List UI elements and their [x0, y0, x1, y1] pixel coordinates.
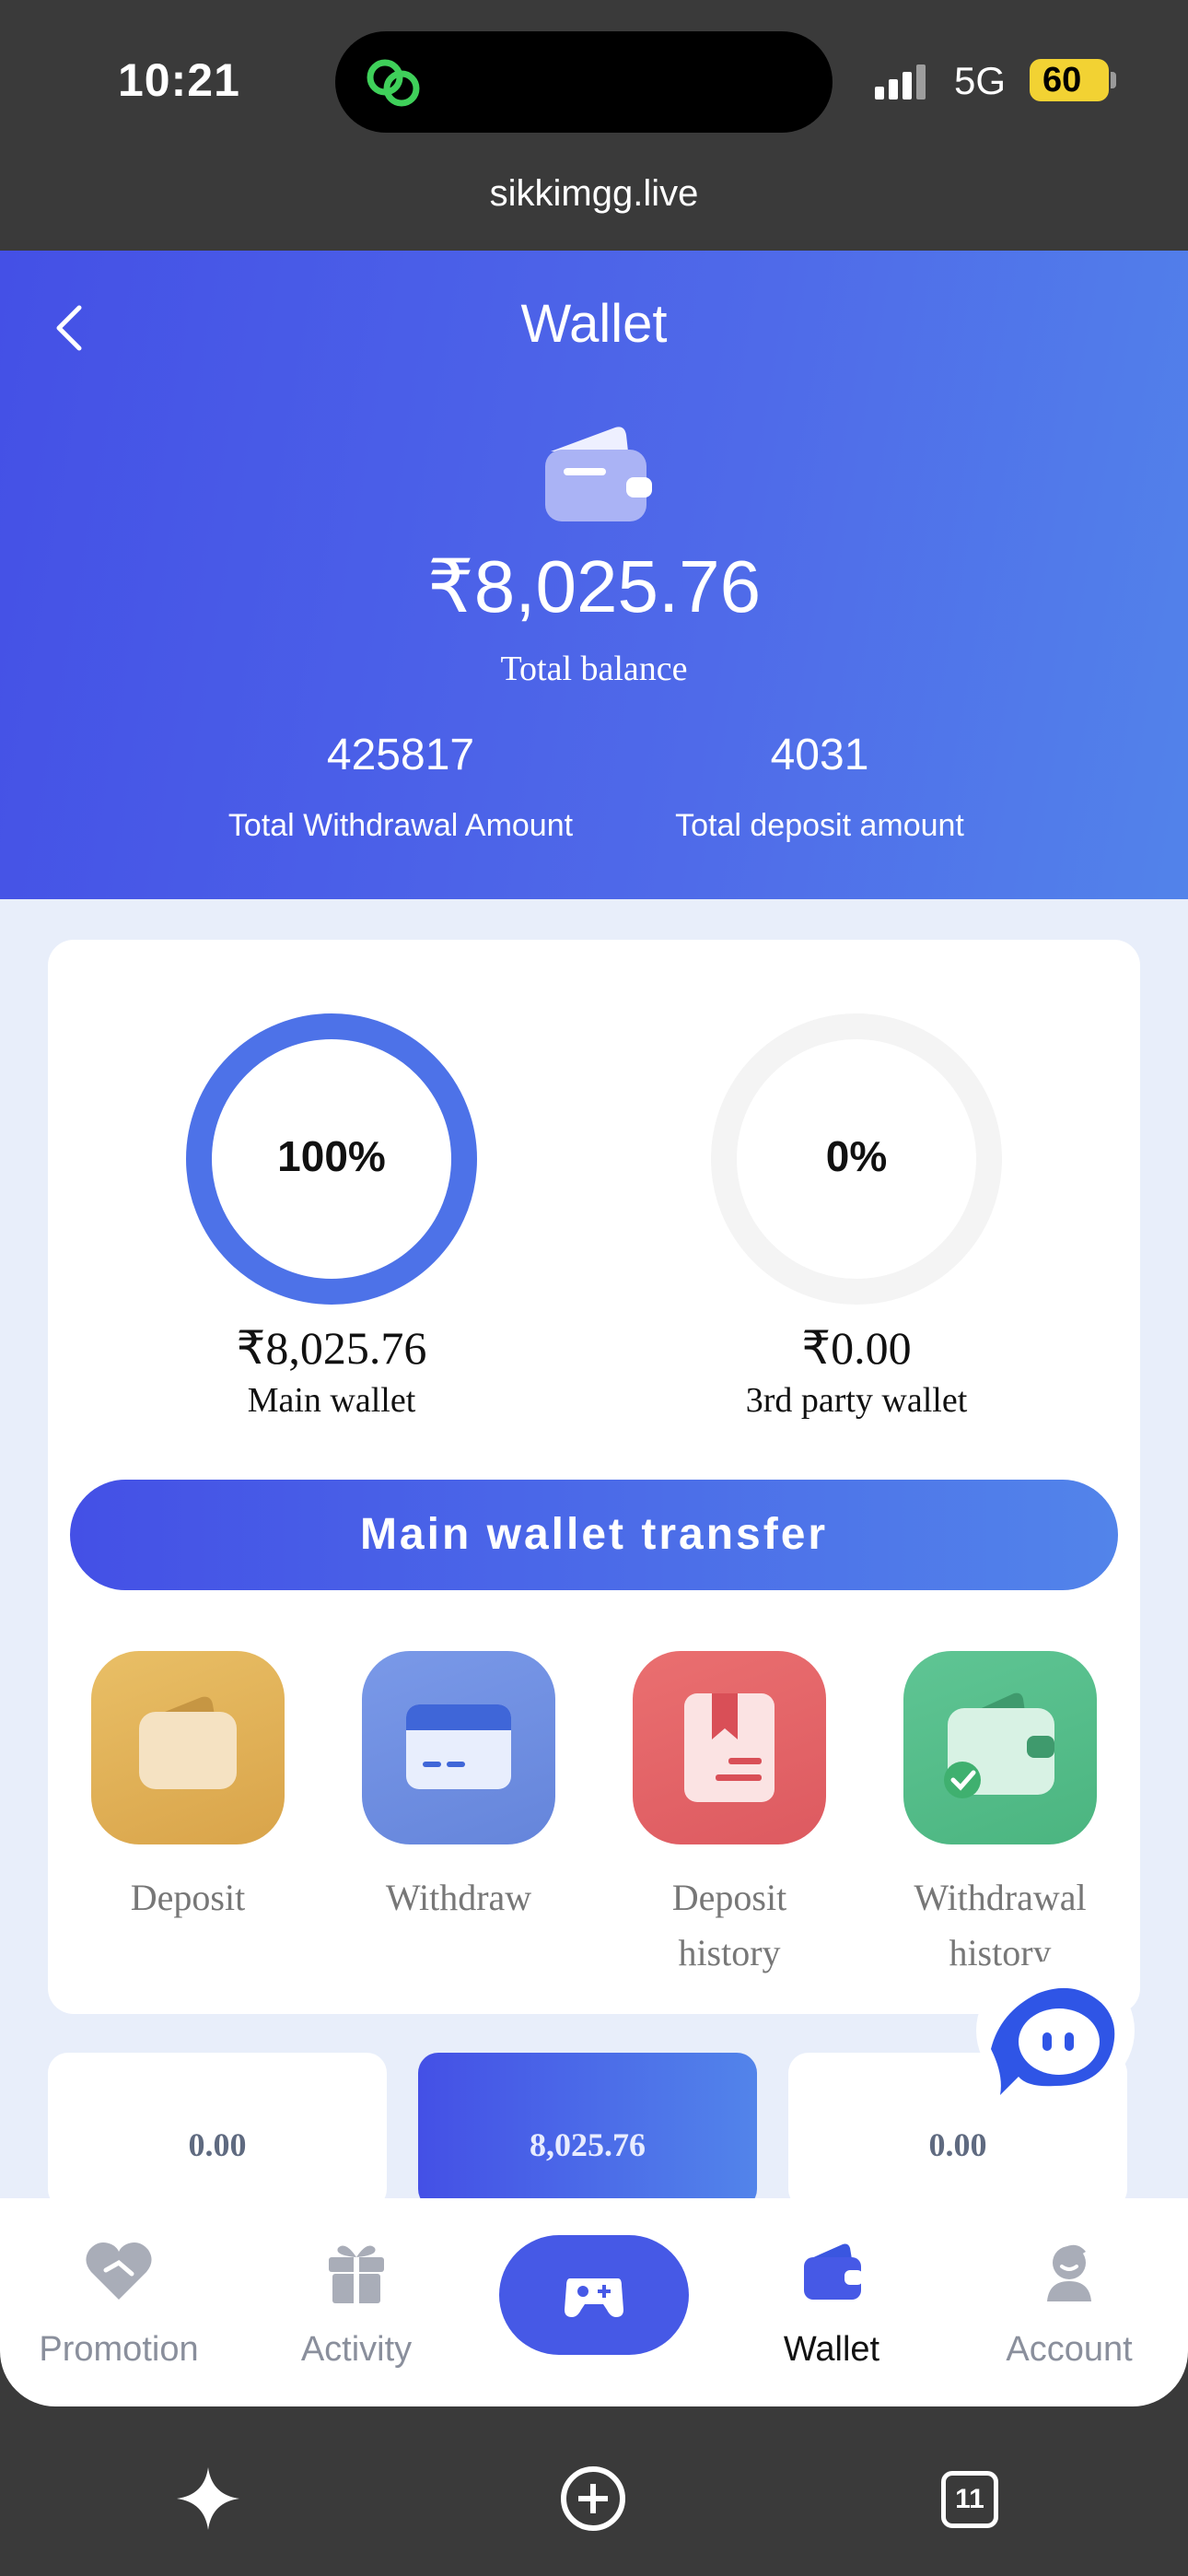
deposit-action[interactable]: Deposit: [87, 1651, 289, 1926]
third-party-wallet-info: ₹0.00 3rd party wallet: [672, 1321, 1041, 1421]
tab-activity-label: Activity: [300, 2330, 413, 2369]
total-deposit-stat: 4031 Total deposit amount: [645, 730, 995, 844]
browser-bottom-bar: 11: [0, 2406, 1188, 2576]
deposit-history-action[interactable]: Deposit history: [628, 1651, 831, 1981]
deposit-history-label-line1: Deposit: [671, 1877, 787, 1918]
deposit-history-icon: [633, 1651, 826, 1844]
deposit-history-label: Deposit history: [628, 1870, 831, 1981]
tab-wallet-label: Wallet: [783, 2330, 880, 2369]
total-balance-label: Total balance: [500, 650, 688, 688]
battery-level: 60: [1030, 59, 1109, 101]
main-wallet-transfer-button[interactable]: Main wallet transfer: [70, 1480, 1118, 1590]
gamepad-icon: [565, 2278, 623, 2317]
tab-wallet[interactable]: Wallet: [713, 2198, 950, 2406]
main-wallet-percent: 100%: [277, 1132, 386, 1180]
withdraw-card-icon: [362, 1651, 555, 1844]
wallet-icon: [804, 2243, 863, 2300]
tab-games-button[interactable]: [499, 2235, 689, 2355]
total-withdrawal-value: 425817: [326, 731, 475, 779]
page: 10:21 5G 60 sikkimgg.live Wallet ₹8,025.…: [0, 0, 1188, 2576]
third-party-wallet-ring: 0%: [709, 1012, 1004, 1306]
total-withdrawal-stat: 425817 Total Withdrawal Amount: [203, 730, 599, 844]
sparkle-icon[interactable]: [171, 2462, 245, 2535]
browser-url[interactable]: sikkimgg.live: [0, 173, 1188, 215]
mini-balance-card-1[interactable]: 0.00: [48, 2053, 387, 2209]
main-wallet-info: ₹8,025.76 Main wallet: [147, 1321, 516, 1421]
third-party-wallet-percent: 0%: [825, 1132, 888, 1180]
gift-icon: [329, 2245, 384, 2303]
wallet-header: Wallet ₹8,025.76 Total balance 425817 To…: [0, 251, 1188, 899]
tab-activity[interactable]: Activity: [238, 2198, 475, 2406]
bottom-tab-bar: Promotion Activity Wallet Account: [0, 2198, 1188, 2406]
withdrawal-history-label-line1: Withdrawal: [914, 1877, 1087, 1918]
dynamic-island: [335, 31, 833, 133]
deposit-wallet-icon: [91, 1651, 285, 1844]
link-icon: [367, 59, 420, 107]
wallet-balance-icon: [545, 427, 652, 521]
signal-icon: [875, 64, 926, 100]
account-avatar-icon: [1047, 2244, 1091, 2301]
tab-account-label: Account: [1006, 2330, 1133, 2369]
total-deposit-value: 4031: [770, 731, 869, 779]
deposit-label: Deposit: [130, 1877, 246, 1918]
deposit-history-label-line2: history: [678, 1932, 781, 1973]
network-type: 5G: [954, 59, 1007, 102]
main-wallet-name: Main wallet: [247, 1381, 416, 1420]
withdraw-label: Withdraw: [385, 1877, 532, 1918]
total-balance-value: ₹8,025.76: [426, 545, 762, 627]
battery-tip: [1111, 72, 1116, 88]
status-bar: 10:21 5G 60 sikkimgg.live: [0, 0, 1188, 214]
withdrawal-history-icon: [903, 1651, 1097, 1844]
new-tab-plus-icon[interactable]: [556, 2462, 630, 2535]
tab-account[interactable]: Account: [950, 2198, 1188, 2406]
withdrawal-history-action[interactable]: Withdrawal history: [899, 1651, 1101, 1981]
withdraw-action[interactable]: Withdraw: [357, 1651, 560, 1926]
tab-promotion[interactable]: Promotion: [0, 2198, 238, 2406]
main-wallet-ring: 100%: [184, 1012, 479, 1306]
status-time: 10:21: [118, 54, 240, 106]
third-party-wallet-name: 3rd party wallet: [745, 1381, 968, 1420]
promotion-heart-icon: [86, 2242, 152, 2300]
tab-promotion-label: Promotion: [39, 2330, 199, 2369]
mini-balance-card-2[interactable]: 8,025.76: [418, 2053, 757, 2209]
customer-service-chat-icon[interactable]: [963, 1957, 1138, 2104]
tabs-count-icon[interactable]: 11: [941, 2471, 998, 2528]
third-party-wallet-amount: ₹0.00: [801, 1322, 912, 1374]
main-wallet-amount: ₹8,025.76: [236, 1322, 427, 1374]
total-deposit-label: Total deposit amount: [675, 808, 964, 843]
page-title: Wallet: [520, 294, 668, 354]
total-withdrawal-label: Total Withdrawal Amount: [227, 808, 574, 843]
